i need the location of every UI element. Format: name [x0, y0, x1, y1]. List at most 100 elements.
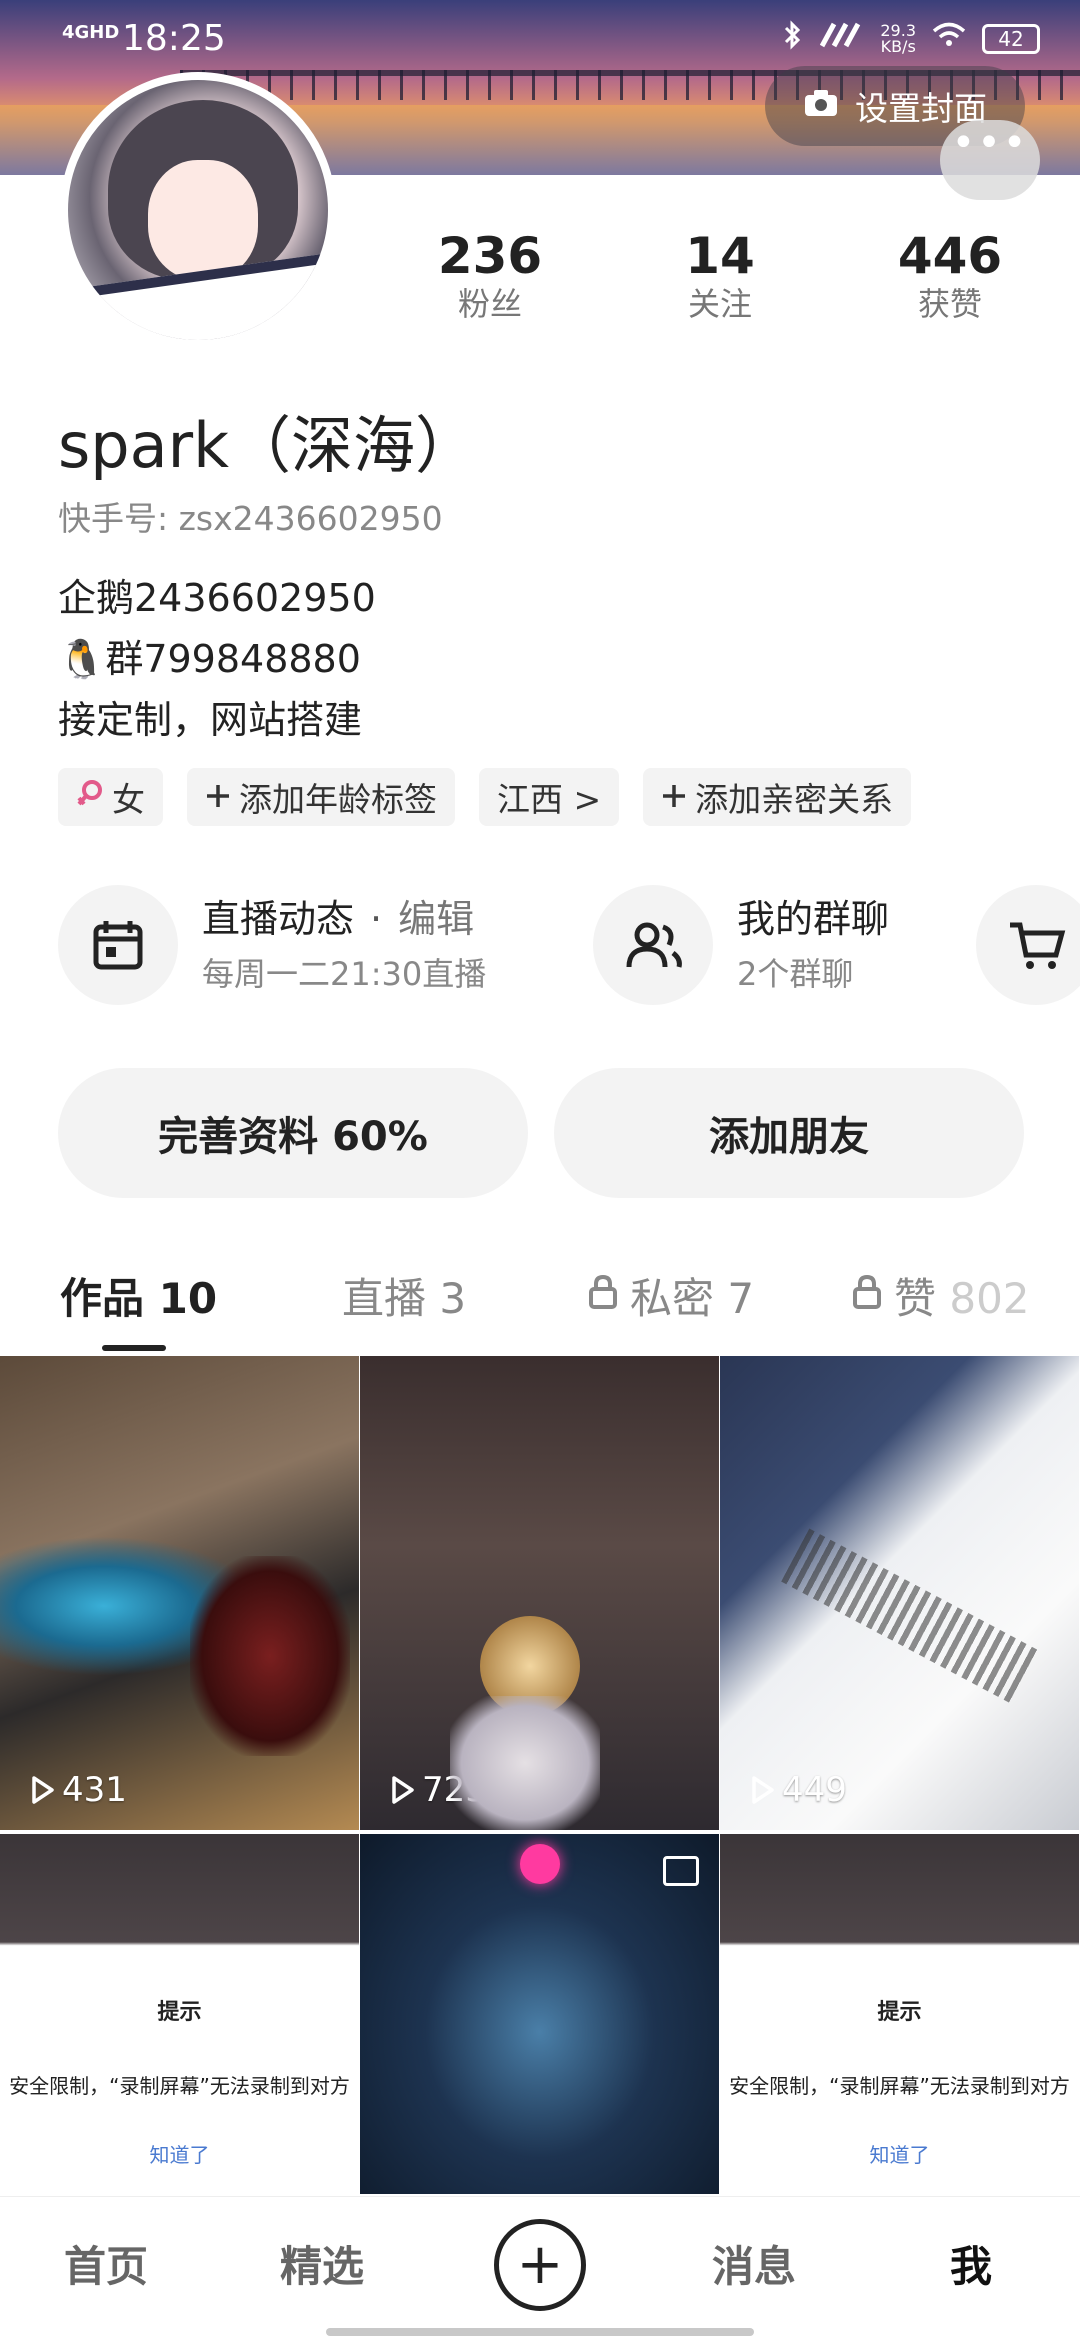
bio-line: 接定制，网站搭建 — [58, 698, 363, 742]
play-icon — [32, 1776, 54, 1804]
gender-tag[interactable]: 女 — [58, 768, 163, 826]
plus-icon — [661, 778, 687, 817]
dialog-message: 安全限制，“录制屏幕”无法录制到对方 — [9, 2074, 350, 2098]
tab-likes-label: 赞 — [894, 1274, 950, 1323]
more-options-button[interactable]: ••• — [940, 120, 1040, 200]
stat-likes[interactable]: 446 获赞 — [850, 228, 1050, 324]
profile-uid[interactable]: 快手号: zsx2436602950 — [58, 492, 443, 540]
gender-label: 女 — [112, 780, 145, 819]
nav-home[interactable]: 首页 — [64, 2233, 148, 2294]
tab-live-label: 直播 3 — [342, 1274, 467, 1323]
group-icon — [593, 885, 713, 1005]
dialog-title: 提示 — [157, 2000, 202, 2025]
live-schedule-entry[interactable]: 直播动态 · 编辑 每周一二21:30直播 — [58, 885, 486, 1005]
stat-label: 获赞 — [917, 285, 982, 323]
status-right: 29.3 KB/s 42 — [782, 20, 1040, 57]
play-count: 723 — [390, 1770, 487, 1810]
lock-icon — [588, 1271, 618, 1320]
status-time: 18:25 — [122, 18, 226, 59]
nav-messages[interactable]: 消息 — [712, 2233, 796, 2294]
stat-label: 关注 — [687, 285, 752, 323]
video-thumbnail[interactable] — [360, 1834, 719, 2194]
tab-likes-count: 802 — [949, 1274, 1030, 1323]
profile-name: spark（深海） — [58, 409, 478, 482]
region-tag[interactable]: 江西 > — [479, 768, 620, 826]
dialog-title: 提示 — [877, 2000, 922, 2025]
bio-line: 企鹅2436602950 — [58, 576, 376, 620]
video-thumbnail[interactable]: 723 — [360, 1356, 719, 1830]
live-edit-link[interactable]: 编辑 — [398, 897, 474, 941]
play-icon — [752, 1776, 774, 1804]
add-age-tag[interactable]: 添加年龄标签 — [187, 768, 455, 826]
screenshot-dialog: 提示 安全限制，“录制屏幕”无法录制到对方 知道了 — [0, 1994, 359, 2168]
nav-me[interactable]: 我 — [950, 2233, 992, 2294]
complete-profile-button[interactable]: 完善资料 60% — [58, 1068, 528, 1198]
battery-indicator: 42 — [982, 23, 1040, 54]
network-indicator: 4GHD — [62, 22, 120, 43]
profile-bio: 企鹅2436602950 🐧群799848880 接定制，网站搭建 — [58, 568, 376, 751]
bio-line: 🐧群799848880 — [58, 637, 361, 681]
play-count-value: 723 — [422, 1770, 487, 1810]
tab-private[interactable]: 私密 7 — [588, 1265, 754, 1326]
play-count: 449 — [750, 1770, 847, 1810]
stat-label: 粉丝 — [457, 285, 522, 323]
video-thumbnail[interactable]: 提示 安全限制，“录制屏幕”无法录制到对方 知道了 — [720, 1834, 1079, 2194]
video-thumbnail[interactable]: 提示 安全限制，“录制屏幕”无法录制到对方 知道了 — [0, 1834, 359, 2194]
create-button[interactable]: + — [494, 2219, 586, 2311]
dialog-ok: 知道了 — [149, 2143, 210, 2167]
video-grid: 431 723 449 提示 安全限制，“录制屏幕”无法录制到对方 知道了 提示… — [0, 1356, 1080, 2196]
cart-icon — [976, 885, 1080, 1005]
tab-likes[interactable]: 赞 802 — [852, 1265, 1030, 1326]
profile-actions: 完善资料 60% 添加朋友 — [58, 1068, 1024, 1198]
stat-followers[interactable]: 236 粉丝 — [390, 228, 590, 324]
group-chat-entry[interactable]: 我的群聊 2个群聊 — [593, 885, 889, 1005]
stat-value: 446 — [897, 227, 1003, 285]
add-relation-tag[interactable]: 添加亲密关系 — [643, 768, 912, 826]
stat-following[interactable]: 14 关注 — [620, 228, 820, 324]
calendar-icon — [58, 885, 178, 1005]
content-tabs: 作品 10 直播 3 私密 7 赞 802 — [0, 1255, 1080, 1355]
home-indicator[interactable] — [326, 2328, 754, 2336]
feature-entries: 直播动态 · 编辑 每周一二21:30直播 我的群聊 2个群聊 — [58, 885, 1080, 1010]
dialog-message: 安全限制，“录制屏幕”无法录制到对方 — [729, 2074, 1070, 2098]
female-icon — [76, 778, 104, 817]
region-label: 江西 > — [497, 780, 602, 819]
signal-icon — [820, 22, 864, 55]
live-schedule-subtitle: 每周一二21:30直播 — [202, 955, 487, 993]
screenshot-dialog: 提示 安全限制，“录制屏幕”无法录制到对方 知道了 — [720, 1994, 1079, 2168]
add-age-label: 添加年龄标签 — [239, 780, 437, 819]
tab-works-label: 作品 10 — [60, 1274, 218, 1323]
tab-works[interactable]: 作品 10 — [60, 1265, 218, 1351]
shop-entry[interactable] — [976, 885, 1080, 1005]
avatar[interactable] — [60, 72, 336, 348]
plus-icon — [205, 778, 231, 817]
stat-value: 236 — [437, 227, 543, 285]
play-count: 431 — [30, 1770, 127, 1810]
stat-value: 14 — [685, 227, 755, 285]
bluetooth-icon — [782, 20, 804, 57]
play-icon — [392, 1776, 414, 1804]
gallery-icon — [663, 1856, 699, 1886]
nav-featured[interactable]: 精选 — [280, 2233, 364, 2294]
play-count-value: 449 — [782, 1770, 847, 1810]
add-friend-button[interactable]: 添加朋友 — [554, 1068, 1024, 1198]
tab-live[interactable]: 直播 3 — [342, 1265, 466, 1326]
lock-icon — [852, 1271, 882, 1320]
profile-tags: 女 添加年龄标签 江西 > 添加亲密关系 — [58, 768, 912, 826]
dialog-ok: 知道了 — [869, 2143, 930, 2167]
group-chat-subtitle: 2个群聊 — [737, 955, 854, 993]
network-speed: 29.3 KB/s — [880, 22, 916, 56]
speed-unit: KB/s — [880, 36, 916, 56]
play-count-value: 431 — [62, 1770, 127, 1810]
live-schedule-title: 直播动态 — [202, 897, 355, 941]
video-thumbnail[interactable]: 449 — [720, 1356, 1079, 1830]
camera-icon — [803, 87, 839, 126]
profile-stats: 236 粉丝 14 关注 446 获赞 — [390, 228, 1050, 324]
bottom-nav: 首页 精选 + 消息 我 — [0, 2196, 1080, 2340]
tab-private-label: 私密 7 — [630, 1274, 755, 1323]
group-chat-title: 我的群聊 — [737, 897, 890, 941]
active-tab-indicator — [102, 1345, 166, 1351]
video-thumbnail[interactable]: 431 — [0, 1356, 359, 1830]
add-relation-label: 添加亲密关系 — [695, 780, 894, 819]
wifi-icon — [932, 22, 966, 55]
